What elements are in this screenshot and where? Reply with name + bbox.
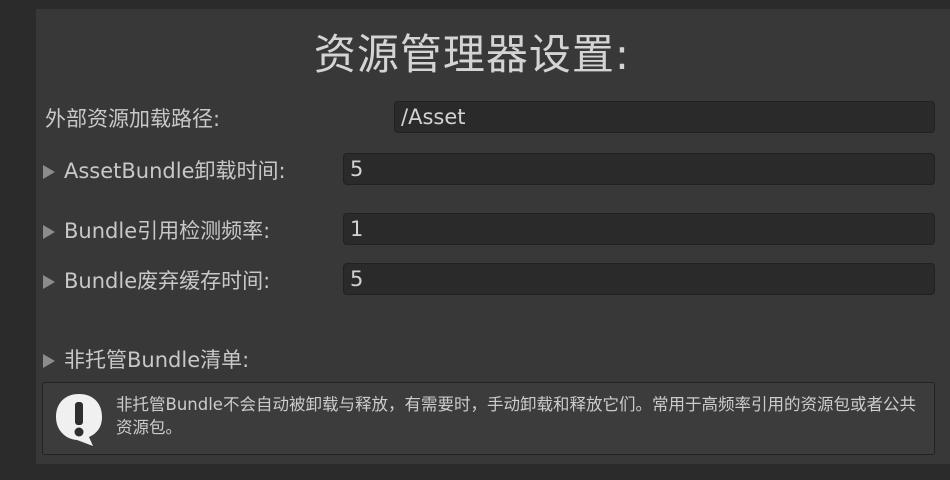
cache-time-row: Bundle废弃缓存时间: (36, 263, 950, 299)
external-path-label: 外部资源加载路径: (45, 107, 221, 131)
unmanaged-bundle-label[interactable]: 非托管Bundle清单: (64, 342, 249, 378)
warning-icon (56, 394, 102, 446)
external-path-row: 外部资源加载路径: (36, 101, 950, 137)
foldout-arrow-icon[interactable] (43, 275, 55, 289)
foldout-arrow-icon[interactable] (43, 165, 55, 179)
cache-time-input[interactable] (343, 263, 935, 295)
ref-check-input[interactable] (343, 213, 935, 245)
help-text: 非托管Bundle不会自动被卸载与释放，有需要时，手动卸载和释放它们。常用于高频… (116, 395, 916, 437)
cache-time-label[interactable]: Bundle废弃缓存时间: (64, 263, 270, 299)
unload-time-row: AssetBundle卸载时间: (36, 153, 950, 189)
resource-manager-panel: 资源管理器设置: 外部资源加载路径: AssetBundle卸载时间: Bund… (36, 9, 950, 464)
ref-check-row: Bundle引用检测频率: (36, 213, 950, 249)
help-box: 非托管Bundle不会自动被卸载与释放，有需要时，手动卸载和释放它们。常用于高频… (42, 382, 935, 455)
foldout-arrow-icon[interactable] (43, 354, 55, 368)
page-title: 资源管理器设置: (313, 30, 631, 79)
unload-time-label[interactable]: AssetBundle卸载时间: (64, 153, 286, 189)
external-path-input[interactable] (394, 101, 935, 133)
unmanaged-bundle-foldout[interactable]: 非托管Bundle清单: (36, 342, 950, 378)
foldout-arrow-icon[interactable] (43, 225, 55, 239)
ref-check-label[interactable]: Bundle引用检测频率: (64, 213, 270, 249)
unload-time-input[interactable] (343, 153, 935, 185)
